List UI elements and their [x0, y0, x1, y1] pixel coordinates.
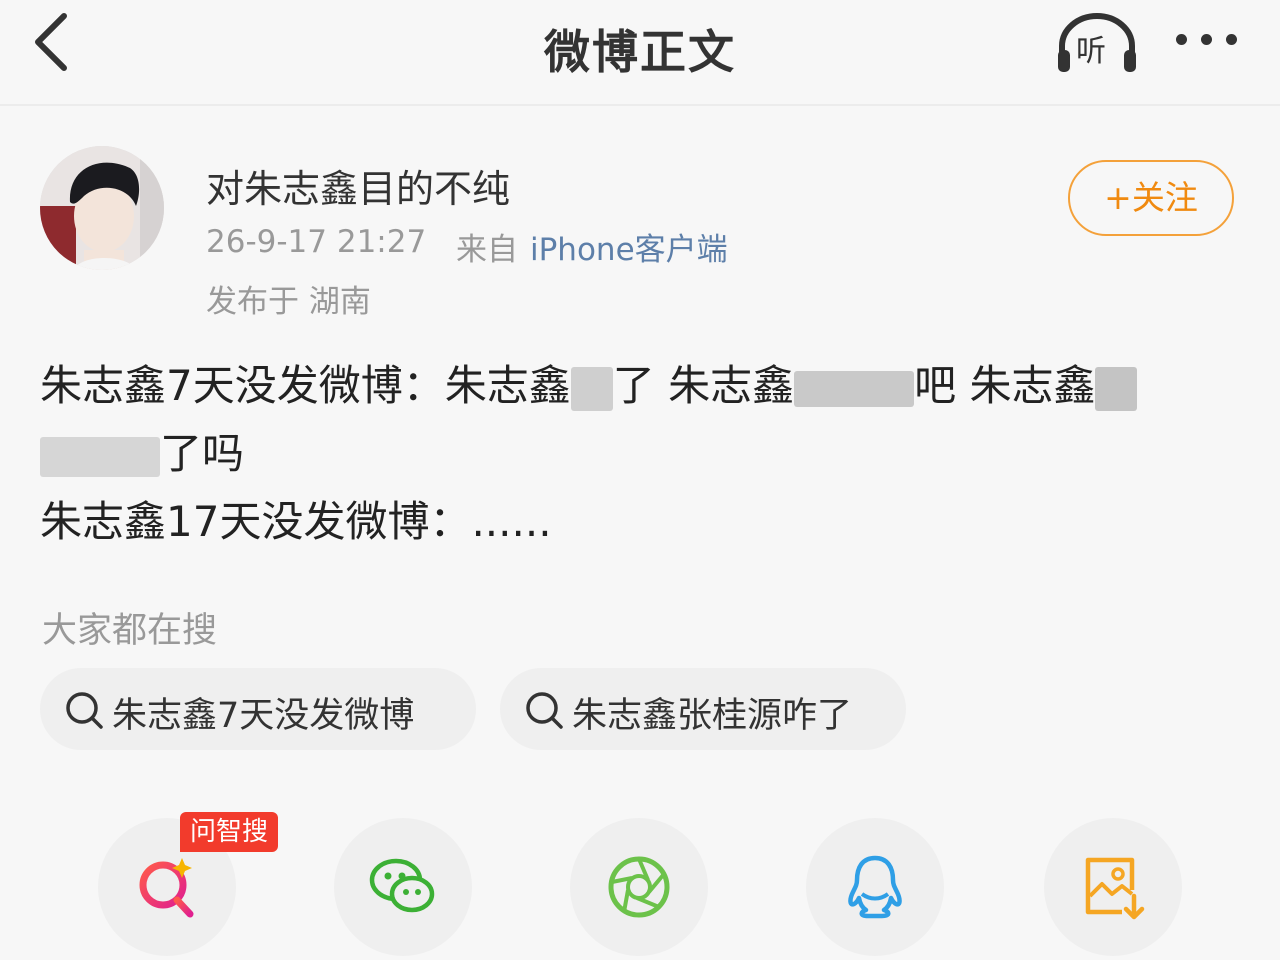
top-bar: 微博正文 听	[0, 0, 1280, 106]
ai-search-badge: 问智搜	[180, 812, 279, 852]
post-source-prefix: 来自	[456, 232, 518, 268]
hot-search-chip-label: 朱志鑫张桂源咋了	[572, 696, 853, 736]
qq-icon	[848, 855, 902, 919]
share-qq-button[interactable]	[806, 818, 944, 956]
hot-search-chip[interactable]: 朱志鑫张桂源咋了	[500, 668, 906, 750]
username[interactable]: 对朱志鑫目的不纯	[206, 158, 510, 213]
post-content: 朱志鑫7天没发微博：朱志鑫了 朱志鑫 吧 朱志鑫 了吗 朱志鑫17天没发微博：..…	[40, 352, 1240, 556]
share-moments-button[interactable]	[570, 818, 708, 956]
search-icon	[526, 692, 563, 729]
post-location: 发布于 湖南	[206, 284, 371, 320]
hot-search-chip-label: 朱志鑫7天没发微博	[112, 696, 415, 736]
moments-icon	[608, 856, 670, 918]
hot-search-label: 大家都在搜	[42, 611, 218, 651]
search-icon	[66, 692, 103, 729]
redacted-text	[40, 436, 160, 477]
listen-button[interactable]: 听	[1054, 12, 1140, 74]
redacted-text	[570, 366, 613, 411]
more-button[interactable]	[1170, 26, 1242, 56]
redacted-text	[1095, 366, 1138, 411]
share-wechat-button[interactable]	[334, 818, 472, 956]
save-image-icon	[1085, 857, 1145, 920]
post-text-segment: 了 朱志鑫	[612, 361, 795, 410]
post-timestamp: 26-9-17 21:27	[206, 224, 427, 260]
follow-button[interactable]: +关注	[1068, 160, 1234, 236]
ai-search-icon	[139, 858, 194, 918]
save-image-button[interactable]	[1044, 818, 1182, 956]
post-line-2: 了吗	[40, 420, 1240, 488]
post-line-1: 朱志鑫7天没发微博：朱志鑫了 朱志鑫 吧 朱志鑫	[40, 352, 1240, 420]
wechat-icon	[369, 858, 435, 913]
post-text-segment: 了吗	[160, 429, 245, 478]
avatar[interactable]	[40, 146, 164, 270]
hot-search-chip[interactable]: 朱志鑫7天没发微博	[40, 668, 476, 750]
post-text-segment: 朱志鑫7天没发微博：朱志鑫	[40, 361, 571, 410]
post-line-3: 朱志鑫17天没发微博：......	[40, 497, 552, 546]
redacted-text	[794, 370, 915, 407]
post-text-segment: 吧 朱志鑫	[914, 361, 1096, 410]
post-source-client[interactable]: iPhone客户端	[530, 224, 728, 269]
listen-label: 听	[1076, 34, 1106, 69]
